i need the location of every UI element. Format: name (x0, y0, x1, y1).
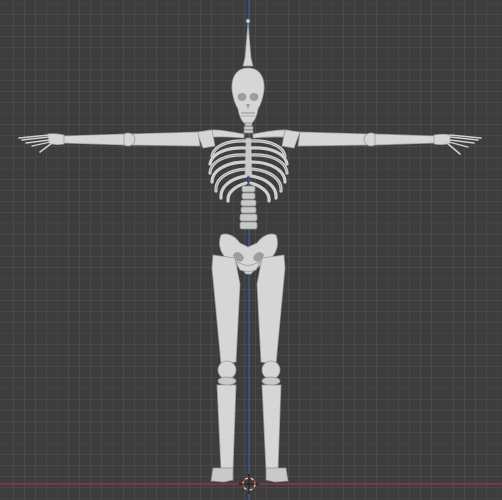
skeleton-model[interactable] (18, 18, 482, 483)
head-spike (242, 18, 254, 67)
viewport-scene[interactable] (0, 0, 502, 500)
3d-cursor-icon[interactable] (239, 474, 259, 494)
left-leg (210, 254, 241, 483)
3d-viewport[interactable] (0, 0, 502, 500)
cervical-spine (243, 122, 254, 134)
right-leg (256, 254, 289, 483)
skull (231, 67, 265, 124)
right-arm (297, 131, 482, 155)
left-arm (18, 131, 201, 153)
